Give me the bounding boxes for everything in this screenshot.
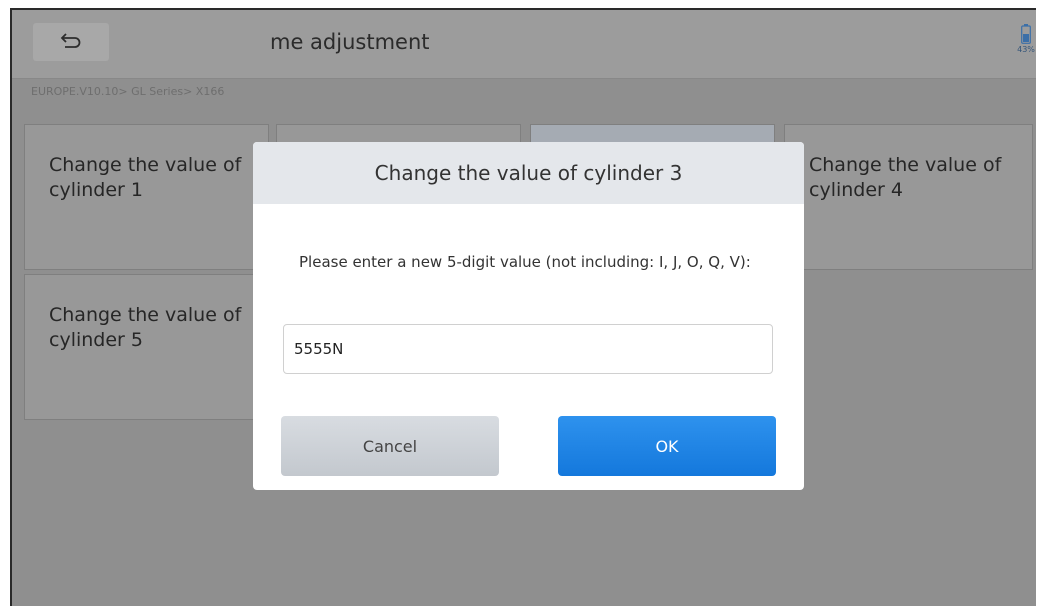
back-arrow-icon [60, 33, 81, 48]
app-window: me adjustment 43% EUROPE.V10.10> GL Seri… [10, 8, 1036, 606]
change-value-dialog: Change the value of cylinder 3 Please en… [253, 142, 804, 490]
tile-cylinder-5[interactable]: Change the value of cylinder 5 [24, 274, 269, 420]
battery-level: 43% [1017, 45, 1035, 54]
tile-cylinder-4[interactable]: Change the value of cylinder 4 [784, 124, 1033, 270]
breadcrumb-text: EUROPE.V10.10> GL Series> X166 [31, 85, 225, 98]
tile-label: Change the value of cylinder 5 [49, 304, 242, 351]
cancel-button[interactable]: Cancel [281, 416, 499, 476]
battery-icon [1021, 24, 1031, 44]
header-bar: me adjustment 43% [12, 10, 1036, 78]
battery-status: 43% [1017, 24, 1035, 60]
tile-label: Change the value of cylinder 1 [49, 154, 242, 201]
ok-button[interactable]: OK [558, 416, 776, 476]
tile-cylinder-1[interactable]: Change the value of cylinder 1 [24, 124, 269, 270]
dialog-message: Please enter a new 5-digit value (not in… [299, 253, 751, 271]
value-input[interactable] [283, 324, 773, 374]
dialog-title: Change the value of cylinder 3 [253, 142, 804, 204]
breadcrumb: EUROPE.V10.10> GL Series> X166 [12, 78, 1036, 109]
back-button[interactable] [33, 23, 109, 61]
page-title: me adjustment [270, 30, 430, 54]
tile-label: Change the value of cylinder 4 [809, 154, 1002, 201]
